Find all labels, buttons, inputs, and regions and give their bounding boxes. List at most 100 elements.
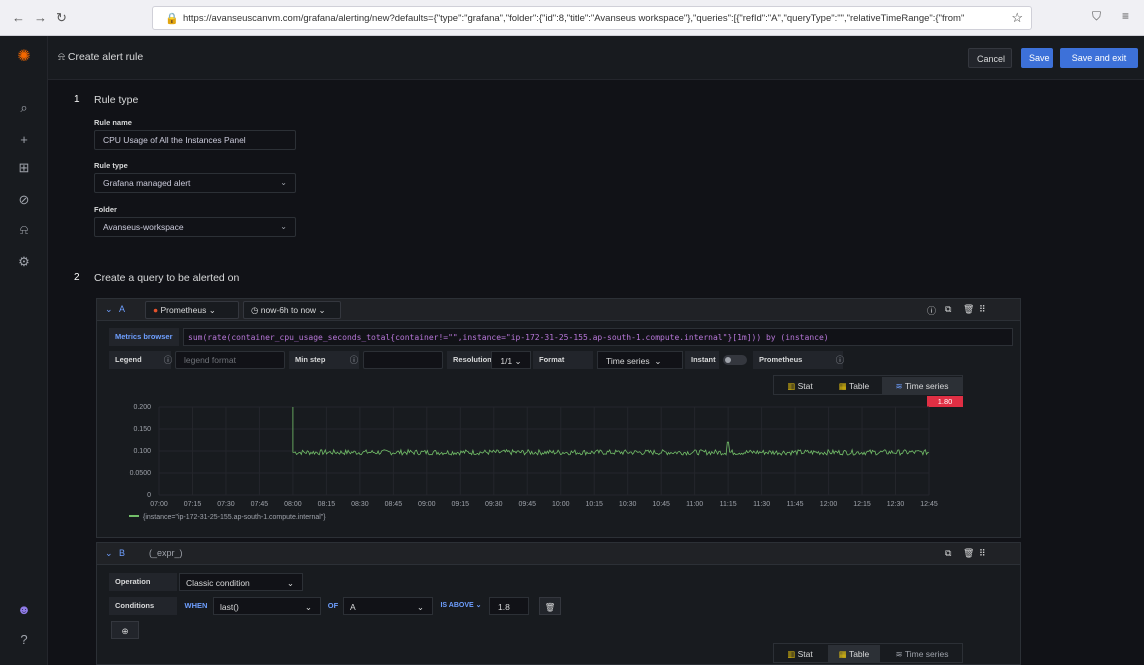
x-tick-label: 09:45 [518, 501, 536, 508]
series-line [292, 407, 929, 457]
promql-query-editor[interactable]: sum(rate(container_cpu_usage_seconds_tot… [183, 328, 1013, 346]
save-button[interactable]: Save [1021, 48, 1053, 68]
folder-select[interactable]: Avanseus-workspace ⌄ [94, 217, 296, 237]
reducer-select[interactable]: last() ⌄ [213, 597, 321, 615]
url-bar[interactable]: 🔒 https://avanseuscanvm.com/grafana/aler… [152, 6, 1032, 30]
menu-icon[interactable]: ≡ [1122, 9, 1129, 23]
legend-swatch [129, 515, 139, 517]
instant-toggle[interactable] [723, 355, 747, 365]
y-tick-label: 0.100 [133, 448, 151, 455]
operation-value: Classic condition [186, 578, 250, 588]
expression-label: (_expr_) [149, 548, 183, 558]
back-icon[interactable]: ← [12, 10, 25, 25]
reload-icon[interactable]: ↻ [56, 10, 67, 26]
collapse-chevron-icon[interactable]: ⌄ [105, 548, 113, 559]
x-tick-label: 12:30 [887, 501, 905, 508]
forward-icon[interactable]: → [34, 10, 47, 25]
settings-gear-icon[interactable]: ⚙ [0, 254, 48, 270]
collapse-chevron-icon[interactable]: ⌄ [105, 304, 113, 315]
tab-time-series[interactable]: ≋ Time series [882, 645, 962, 663]
rule-name-value: CPU Usage of All the Instances Panel [103, 135, 246, 145]
rule-name-label: Rule name [94, 118, 132, 127]
threshold-value: 1.8 [498, 602, 510, 612]
query-ref-b: B [119, 548, 126, 558]
format-label: Format [533, 351, 593, 369]
create-plus-icon[interactable]: + [0, 132, 48, 147]
evaluator-select[interactable]: IS ABOVE ⌄ [435, 597, 487, 615]
folder-label: Folder [94, 205, 117, 214]
resolution-select[interactable]: 1/1 ⌄ [491, 351, 531, 369]
threshold-input[interactable]: 1.8 [489, 597, 529, 615]
format-value: Time series [606, 356, 650, 366]
x-tick-label: 11:30 [753, 501, 770, 508]
x-tick-label: 08:00 [284, 501, 302, 508]
timeseries-icon: ≋ [895, 649, 903, 659]
metrics-browser-button[interactable]: Metrics browser > [109, 328, 179, 359]
format-select[interactable]: Time series ⌄ [597, 351, 683, 369]
tab-table-label: Table [848, 649, 870, 659]
tab-time-series-label: Time series [904, 381, 949, 391]
legend-placeholder: legend format [184, 355, 236, 365]
pocket-icon[interactable]: ⛉ [1092, 9, 1101, 24]
duplicate-icon[interactable]: ⧉ [945, 548, 951, 559]
bookmark-star-icon[interactable]: ☆ [1011, 10, 1023, 26]
add-condition-button[interactable]: ⊕ [111, 621, 139, 639]
remove-condition-button[interactable]: 🗑 [539, 597, 561, 615]
alerting-bell-icon[interactable]: ⍾ [0, 222, 48, 238]
drag-handle-icon[interactable]: ⠿ [979, 548, 986, 559]
cancel-button[interactable]: Cancel [968, 48, 1012, 68]
save-and-exit-button[interactable]: Save and exit [1060, 48, 1138, 68]
drag-handle-icon[interactable]: ⠿ [979, 304, 986, 315]
y-tick-label: 0 [147, 492, 151, 499]
time-range-picker[interactable]: ◷ now-6h to now ⌄ [243, 301, 341, 319]
tab-table[interactable]: ▦ Table [828, 645, 880, 663]
info-icon: ⓘ [835, 355, 845, 365]
x-tick-label: 09:15 [452, 501, 470, 508]
rule-type-select[interactable]: Grafana managed alert ⌄ [94, 173, 296, 193]
help-icon[interactable]: ⓘ [927, 304, 936, 317]
prometheus-options-label: Prometheus [753, 351, 843, 369]
search-icon[interactable]: ⌕ [0, 100, 48, 116]
x-tick-label: 07:00 [150, 501, 168, 508]
x-tick-label: 07:15 [184, 501, 202, 508]
query-ref-select[interactable]: A ⌄ [343, 597, 433, 615]
legend-input[interactable]: legend format [175, 351, 285, 369]
datasource-picker[interactable]: ● Prometheus ⌄ [145, 301, 239, 319]
grafana-logo-icon[interactable]: ✺ [0, 46, 48, 66]
chevron-down-icon: ⌄ [416, 602, 424, 612]
explore-compass-icon[interactable]: ⊘ [0, 192, 48, 208]
dashboards-icon[interactable]: ⊞ [0, 160, 48, 176]
user-avatar-icon[interactable]: ☻ [0, 602, 48, 617]
rule-name-input[interactable]: CPU Usage of All the Instances Panel [94, 130, 296, 150]
help-icon[interactable]: ? [0, 632, 48, 647]
delete-icon[interactable]: 🗑 [963, 548, 974, 559]
tab-time-series-label: Time series [904, 649, 949, 659]
evaluator-value: IS ABOVE [440, 602, 474, 609]
x-tick-label: 10:15 [585, 501, 603, 508]
browser-toolbar: ← → ↻ 🔒 https://avanseuscanvm.com/grafan… [0, 0, 1144, 36]
query-ref-value: A [350, 602, 356, 612]
when-keyword: WHEN [184, 601, 208, 610]
tab-time-series[interactable]: ≋ Time series [882, 377, 962, 395]
query-b-header: ⌄ B (_expr_) ⧉ 🗑 ⠿ [97, 543, 1020, 565]
tab-stat-label: Stat [797, 649, 813, 659]
info-icon: ⓘ [349, 355, 359, 365]
main-content: 1 Rule type Rule name CPU Usage of All t… [48, 80, 1144, 665]
sidebar: ✺ ⌕ + ⊞ ⊘ ⍾ ⚙ ☻ ? [0, 36, 48, 665]
tab-stat[interactable]: ▥ Stat [774, 377, 826, 395]
x-tick-label: 09:30 [485, 501, 503, 508]
y-tick-label: 0.150 [133, 426, 151, 433]
operation-select[interactable]: Classic condition ⌄ [179, 573, 303, 591]
x-tick-label: 07:30 [217, 501, 235, 508]
viz-tabs: ▥ Stat ▦ Table ≋ Time series [773, 375, 963, 395]
min-step-input[interactable] [363, 351, 443, 369]
of-keyword: OF [327, 601, 339, 610]
tab-table[interactable]: ▦ Table [828, 377, 880, 395]
x-tick-label: 11:00 [686, 501, 703, 508]
datasource-name: Prometheus [160, 305, 207, 315]
tab-stat[interactable]: ▥ Stat [774, 645, 826, 663]
prometheus-icon: ● [153, 305, 159, 315]
duplicate-icon[interactable]: ⧉ [945, 304, 951, 315]
rule-type-value: Grafana managed alert [103, 178, 191, 188]
delete-icon[interactable]: 🗑 [963, 304, 974, 315]
